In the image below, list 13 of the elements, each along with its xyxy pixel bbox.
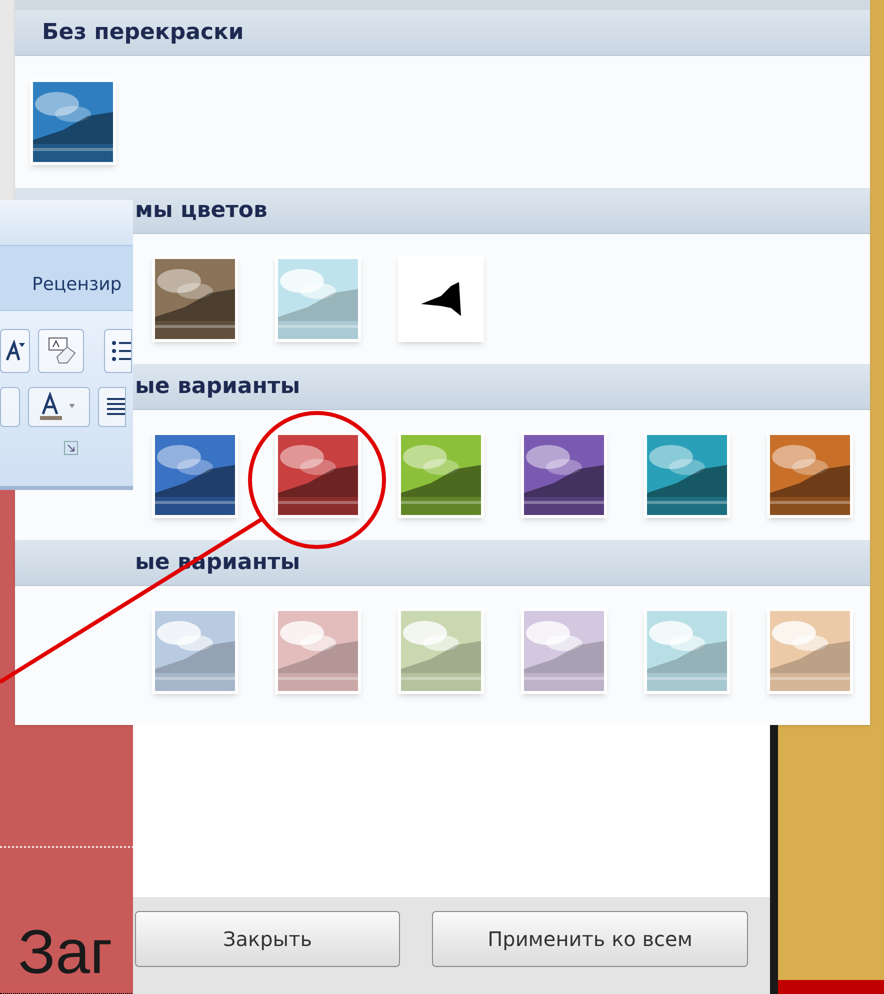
letter-a-icon [5, 340, 25, 362]
slide-title: Заг [18, 922, 113, 984]
dialog-launcher-icon[interactable] [64, 441, 78, 455]
align-icon [105, 396, 125, 418]
font-size-button[interactable] [0, 329, 30, 373]
font-color-button[interactable] [28, 387, 90, 427]
align-button[interactable] [98, 387, 126, 427]
bullet-list-button[interactable] [104, 329, 132, 373]
clear-formatting-button[interactable] [38, 329, 84, 373]
section-header: Без перекраски [15, 10, 870, 56]
close-button[interactable]: Закрыть [135, 911, 400, 967]
recolor-option[interactable] [398, 256, 484, 342]
apply-all-button[interactable]: Применить ко всем [432, 911, 748, 967]
